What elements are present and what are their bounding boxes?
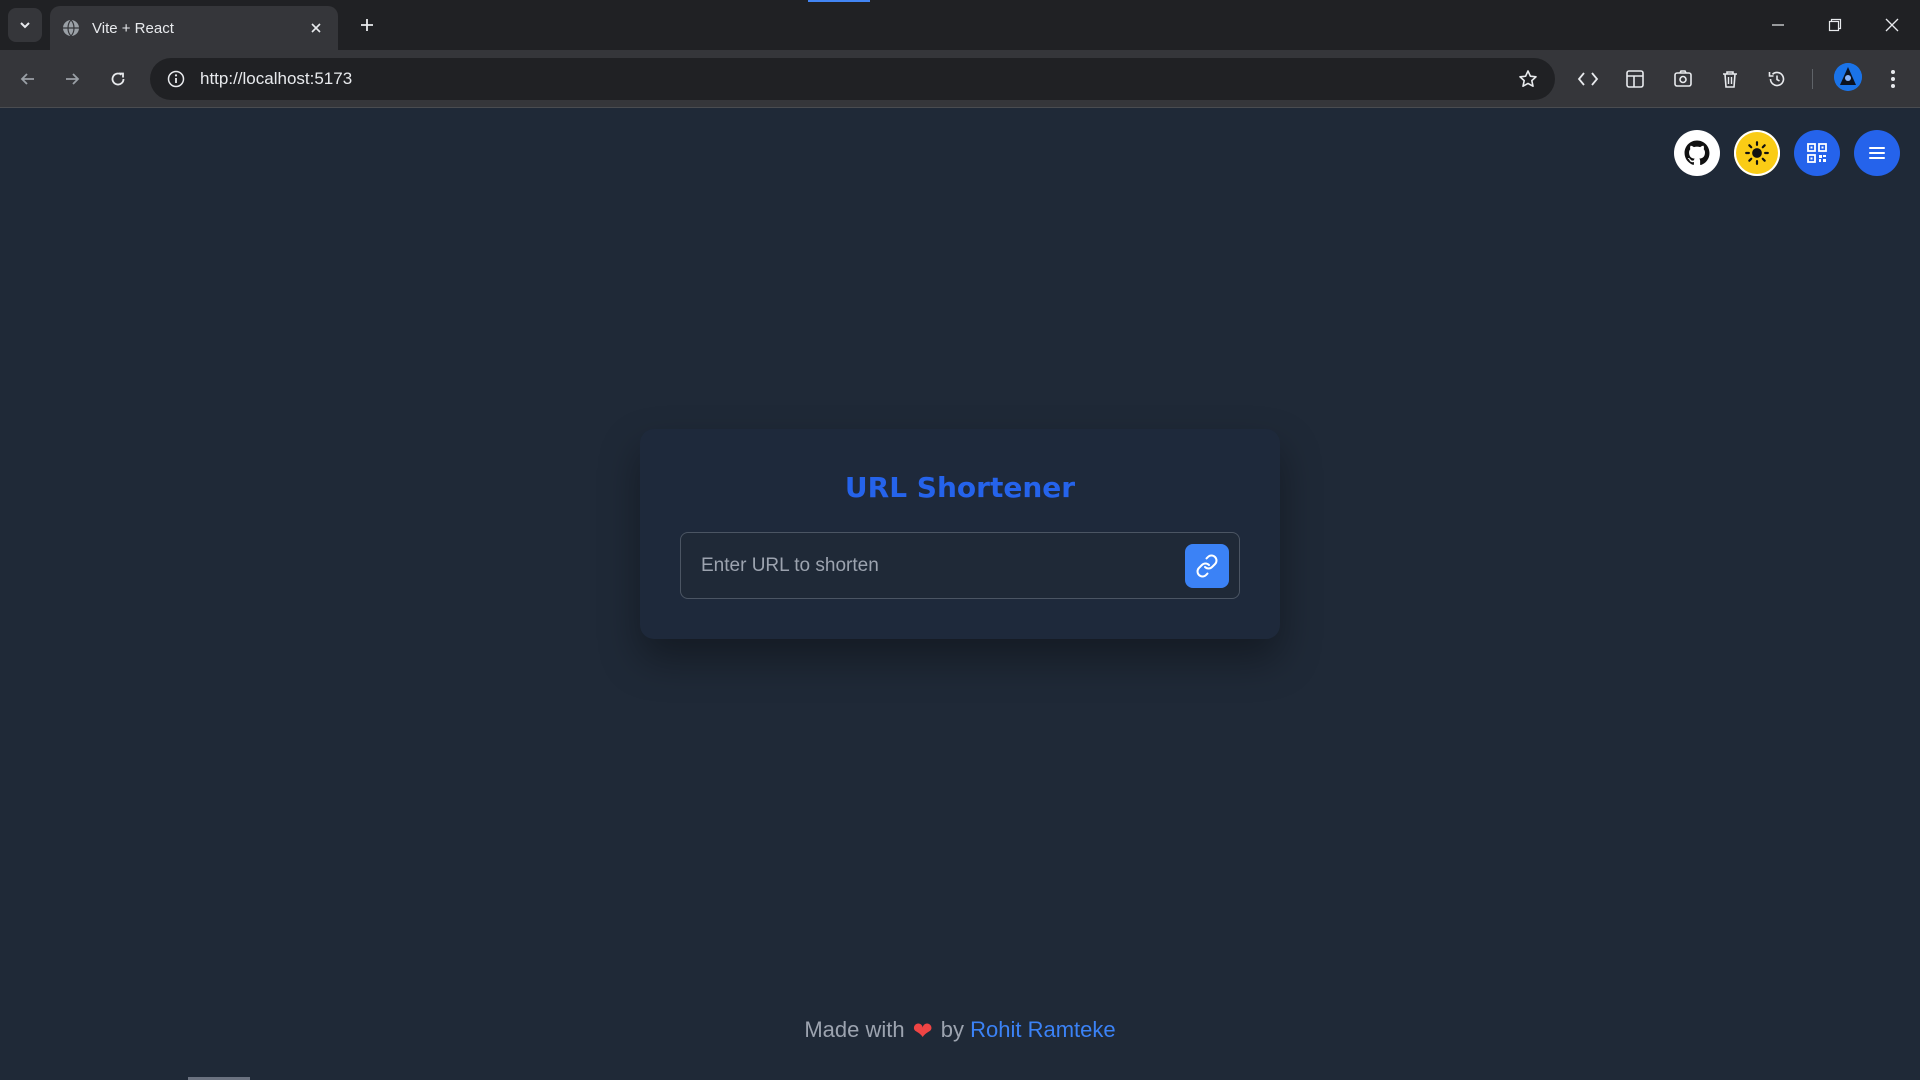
page-title: URL Shortener — [844, 471, 1076, 504]
code-icon[interactable] — [1572, 63, 1604, 95]
arrow-right-icon — [66, 73, 80, 85]
heart-icon: ❤ — [912, 1018, 933, 1045]
back-button[interactable] — [12, 63, 44, 95]
link-icon — [1196, 554, 1218, 578]
trash-icon[interactable] — [1714, 63, 1746, 95]
footer-prefix: Made with — [804, 1017, 905, 1042]
menu-icon — [1869, 147, 1885, 159]
reload-icon — [111, 72, 125, 86]
footer: Made with ❤ by Rohit Ramteke — [0, 1017, 1920, 1046]
new-tab-button[interactable] — [352, 10, 382, 40]
author-link[interactable]: Rohit Ramteke — [970, 1017, 1116, 1042]
minimize-button[interactable] — [1749, 0, 1806, 50]
site-info-icon[interactable] — [156, 58, 196, 100]
close-tab-icon[interactable] — [306, 18, 326, 38]
forward-button[interactable] — [56, 63, 88, 95]
browser-tab[interactable]: Vite + React — [50, 6, 338, 50]
close-icon — [1885, 18, 1898, 32]
toolbar-separator — [1812, 69, 1813, 89]
browser-tab-bar: Vite + React — [0, 0, 1920, 50]
tab-search-button[interactable] — [8, 8, 42, 42]
address-bar[interactable]: http://localhost:5173 — [150, 58, 1555, 100]
layout-panel-icon[interactable] — [1619, 63, 1651, 95]
chevron-down-icon — [20, 22, 30, 29]
profile-avatar[interactable] — [1834, 63, 1862, 91]
globe-icon — [62, 19, 80, 37]
qr-code-button[interactable] — [1794, 130, 1840, 176]
sun-icon — [1745, 141, 1769, 165]
menu-button[interactable] — [1854, 130, 1900, 176]
screenshot-icon[interactable] — [1667, 63, 1699, 95]
url-input[interactable] — [681, 533, 1161, 598]
github-icon — [1684, 140, 1710, 166]
page: URL Shortener Made with ❤ by Rohit Ramteke — [0, 109, 1920, 1080]
shortener-card: URL Shortener — [640, 429, 1280, 639]
plus-icon — [361, 19, 373, 31]
history-icon[interactable] — [1761, 63, 1793, 95]
arrow-left-icon — [20, 73, 34, 85]
browser-toolbar: http://localhost:5173 — [0, 50, 1920, 108]
window-controls — [1749, 0, 1920, 50]
url-input-container — [680, 532, 1240, 599]
avatar-icon — [1834, 63, 1862, 91]
tab-loading-indicator — [808, 0, 870, 2]
restore-button[interactable] — [1806, 0, 1863, 50]
qr-code-icon — [1807, 143, 1827, 163]
more-options-icon[interactable] — [1877, 63, 1909, 95]
close-window-button[interactable] — [1863, 0, 1920, 50]
top-right-actions — [1674, 130, 1900, 176]
reload-button[interactable] — [102, 63, 134, 95]
restore-icon — [1828, 18, 1841, 32]
github-button[interactable] — [1674, 130, 1720, 176]
theme-toggle-button[interactable] — [1734, 130, 1780, 176]
address-url[interactable]: http://localhost:5173 — [200, 69, 1507, 89]
bookmark-star-icon[interactable] — [1507, 58, 1549, 100]
minimize-icon — [1771, 24, 1784, 26]
footer-by: by — [940, 1017, 964, 1042]
shorten-button[interactable] — [1185, 544, 1229, 588]
tab-title: Vite + React — [92, 19, 174, 37]
